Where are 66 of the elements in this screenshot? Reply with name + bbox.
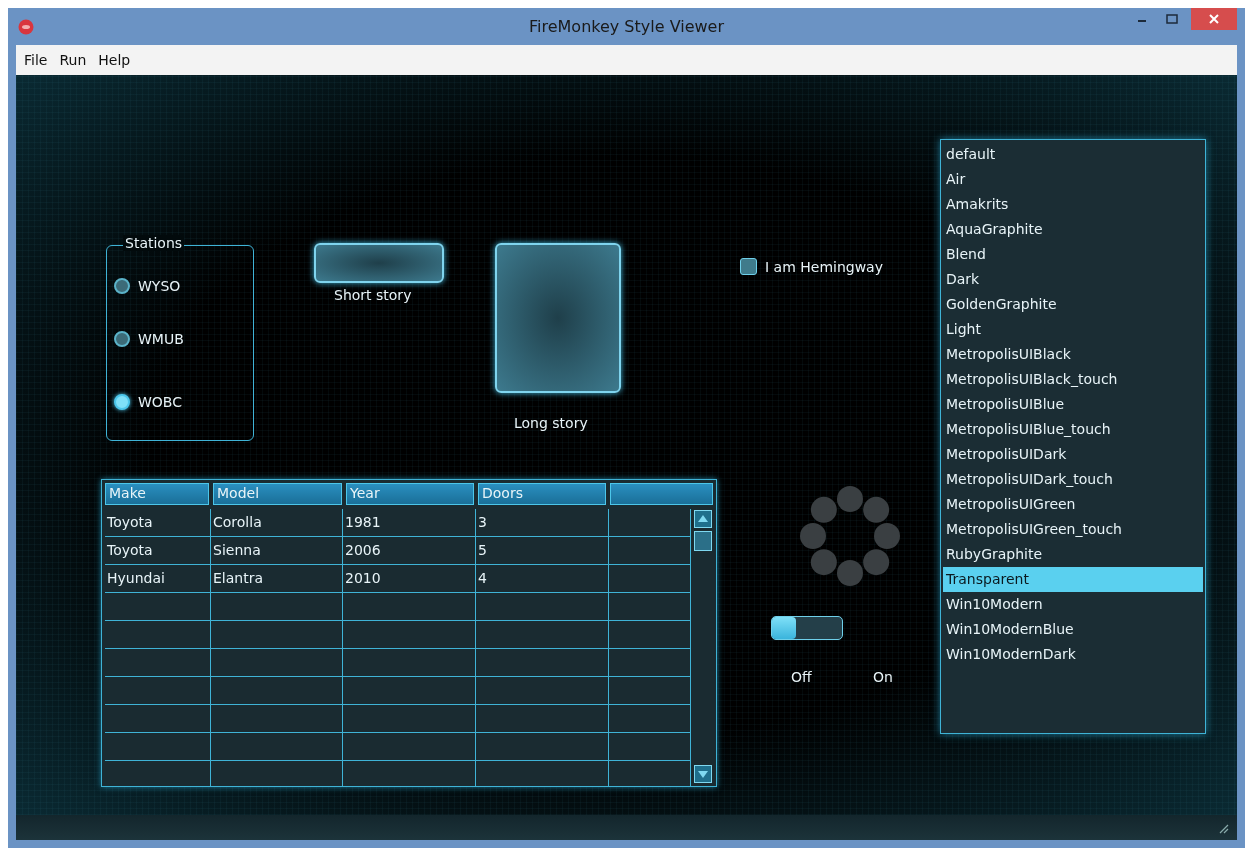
long-story-button[interactable] [495,243,621,393]
toggle-switch[interactable] [771,616,843,640]
radio-label: WMUB [138,331,184,347]
short-story-button[interactable] [314,243,444,283]
list-item[interactable]: Amakrits [941,192,1205,217]
table-cell: Hyundai [105,565,211,592]
scroll-up-icon[interactable] [694,510,712,528]
maximize-icon [1166,14,1178,24]
table-cell: Toyota [105,537,211,564]
table-cell: 2010 [343,565,476,592]
switch-label: Off [791,669,812,685]
radio-button[interactable] [114,331,130,347]
menu-item[interactable]: Help [92,52,137,68]
list-item[interactable]: MetropolisUIBlue [941,392,1205,417]
close-icon [1208,13,1220,25]
list-item[interactable]: Transparent [943,567,1203,592]
group-title: Stations [123,235,185,251]
list-item[interactable]: MetropolisUIDark [941,442,1205,467]
close-button[interactable] [1191,8,1237,30]
list-item[interactable]: RubyGraphite [941,542,1205,567]
list-item[interactable]: Win10ModernBlue [941,617,1205,642]
checkbox[interactable] [740,258,757,275]
list-item[interactable]: MetropolisUIBlack [941,342,1205,367]
list-item[interactable]: MetropolisUIBlue_touch [941,417,1205,442]
list-item[interactable]: Win10ModernDark [941,642,1205,667]
button-label: Long story [514,415,588,431]
table-cell: Corolla [211,509,343,536]
scroll-thumb[interactable] [694,531,712,551]
list-item[interactable]: GoldenGraphite [941,292,1205,317]
table-cell: 3 [476,509,609,536]
switch-label: On [873,669,893,685]
list-item[interactable]: MetropolisUIGreen [941,492,1205,517]
table-cell: 5 [476,537,609,564]
window-title: FireMonkey Style Viewer [529,17,724,36]
radio-button[interactable] [114,394,130,410]
app-icon [18,18,34,35]
spinner-icon [799,485,901,587]
list-item[interactable]: default [941,142,1205,167]
column-header[interactable] [610,483,713,505]
table-cell: 1981 [343,509,476,536]
list-item[interactable]: Blend [941,242,1205,267]
scroll-down-icon[interactable] [694,765,712,783]
list-item[interactable]: Light [941,317,1205,342]
table-cell: Elantra [211,565,343,592]
table-cell: Sienna [211,537,343,564]
column-header[interactable]: Doors [478,483,606,505]
column-header[interactable]: Year [346,483,474,505]
table-cell: 4 [476,565,609,592]
table-cell: Toyota [105,509,211,536]
list-item[interactable]: Win10Modern [941,592,1205,617]
button-label: Short story [334,287,412,303]
column-header[interactable]: Model [213,483,342,505]
list-item[interactable]: MetropolisUIDark_touch [941,467,1205,492]
table-cell: 2006 [343,537,476,564]
list-item[interactable]: Air [941,167,1205,192]
checkbox-label: I am Hemingway [765,258,883,275]
radio-label: WOBC [138,394,182,410]
list-item[interactable]: MetropolisUIBlack_touch [941,367,1205,392]
list-item[interactable]: AquaGraphite [941,217,1205,242]
menu-item[interactable]: Run [53,52,93,68]
column-header[interactable]: Make [105,483,209,505]
list-item[interactable]: MetropolisUIGreen_touch [941,517,1205,542]
list-item[interactable]: Dark [941,267,1205,292]
radio-label: WYSO [138,278,181,294]
menu-item[interactable]: File [18,52,54,68]
radio-button[interactable] [114,278,130,294]
